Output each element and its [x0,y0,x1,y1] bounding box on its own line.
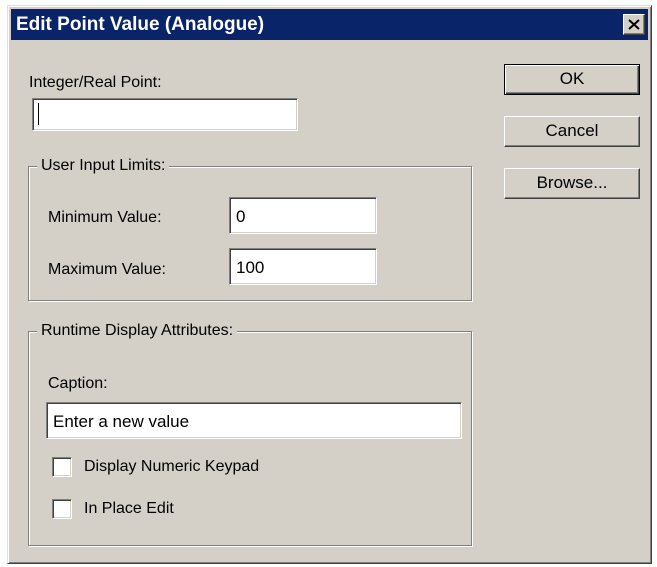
caption-input[interactable]: Enter a new value [46,402,462,439]
minimum-value-input[interactable]: 0 [229,197,377,234]
browse-button[interactable]: Browse... [504,168,640,199]
runtime-display-legend: Runtime Display Attributes: [37,321,238,341]
in-place-edit-label[interactable]: In Place Edit [84,499,174,519]
in-place-edit-checkbox[interactable] [52,499,72,519]
user-input-limits-legend: User Input Limits: [37,156,170,176]
point-input[interactable] [32,98,298,131]
cancel-button[interactable]: Cancel [504,116,640,147]
point-label: Integer/Real Point: [29,74,162,91]
title-bar[interactable]: Edit Point Value (Analogue) [11,9,648,40]
maximum-value-input[interactable]: 100 [229,248,377,285]
close-icon [628,19,640,30]
minimum-value-label: Minimum Value: [48,209,162,226]
display-numeric-keypad-label[interactable]: Display Numeric Keypad [84,457,259,477]
caption-label: Caption: [48,375,108,392]
ok-button[interactable]: OK [504,64,640,95]
text-caret [38,103,39,125]
display-numeric-keypad-checkbox[interactable] [52,457,72,477]
maximum-value-label: Maximum Value: [48,261,166,278]
edit-point-value-dialog: Edit Point Value (Analogue) Integer/Real… [7,5,652,564]
close-button[interactable] [623,14,645,35]
window-title: Edit Point Value (Analogue) [16,14,265,35]
